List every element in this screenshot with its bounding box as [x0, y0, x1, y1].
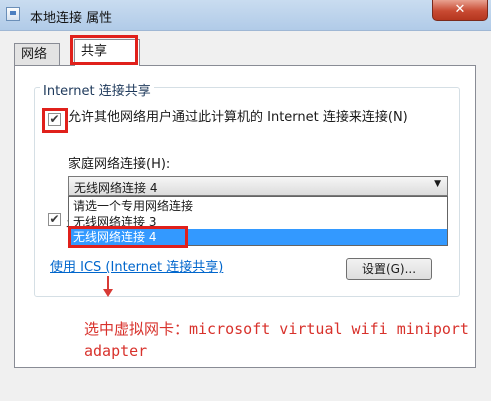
- allow-sharing-checkbox[interactable]: ✔: [48, 113, 61, 126]
- title-bar: 本地连接 属性 ✕: [0, 0, 491, 31]
- home-network-label: 家庭网络连接(H):: [68, 157, 171, 172]
- network-connection-icon: [6, 7, 20, 21]
- dropdown-option-selected[interactable]: 无线网络连接 4: [69, 229, 447, 245]
- ics-group-title: Internet 连接共享: [40, 80, 154, 99]
- annotation-arrow: [107, 276, 109, 289]
- tab-network[interactable]: 网络: [14, 43, 60, 66]
- ics-help-link[interactable]: 使用 ICS (Internet 连接共享): [50, 256, 223, 275]
- arrow-down-icon: [103, 289, 113, 297]
- dropdown-option[interactable]: 请选一个专用网络连接: [69, 198, 447, 214]
- allow-control-checkbox[interactable]: ✔: [48, 213, 61, 226]
- allow-sharing-label[interactable]: 允许其他网络用户通过此计算机的 Internet 连接来连接(N): [68, 110, 438, 125]
- settings-button[interactable]: 设置(G)...: [346, 258, 432, 280]
- chevron-down-icon[interactable]: ▼: [434, 179, 441, 189]
- dropdown-option[interactable]: 无线网络连接 3: [69, 214, 447, 230]
- close-button[interactable]: ✕: [432, 0, 488, 21]
- window-title: 本地连接 属性: [30, 11, 113, 26]
- annotation-text: 选中虚拟网卡：microsoft virtual wifi miniport a…: [84, 320, 469, 360]
- home-network-select[interactable]: 无线网络连接 4 ▼: [68, 176, 448, 196]
- tab-sharing[interactable]: 共享: [74, 39, 140, 66]
- home-network-dropdown: 请选一个专用网络连接 无线网络连接 3 无线网络连接 4: [68, 196, 448, 246]
- select-value: 无线网络连接 4: [74, 181, 158, 195]
